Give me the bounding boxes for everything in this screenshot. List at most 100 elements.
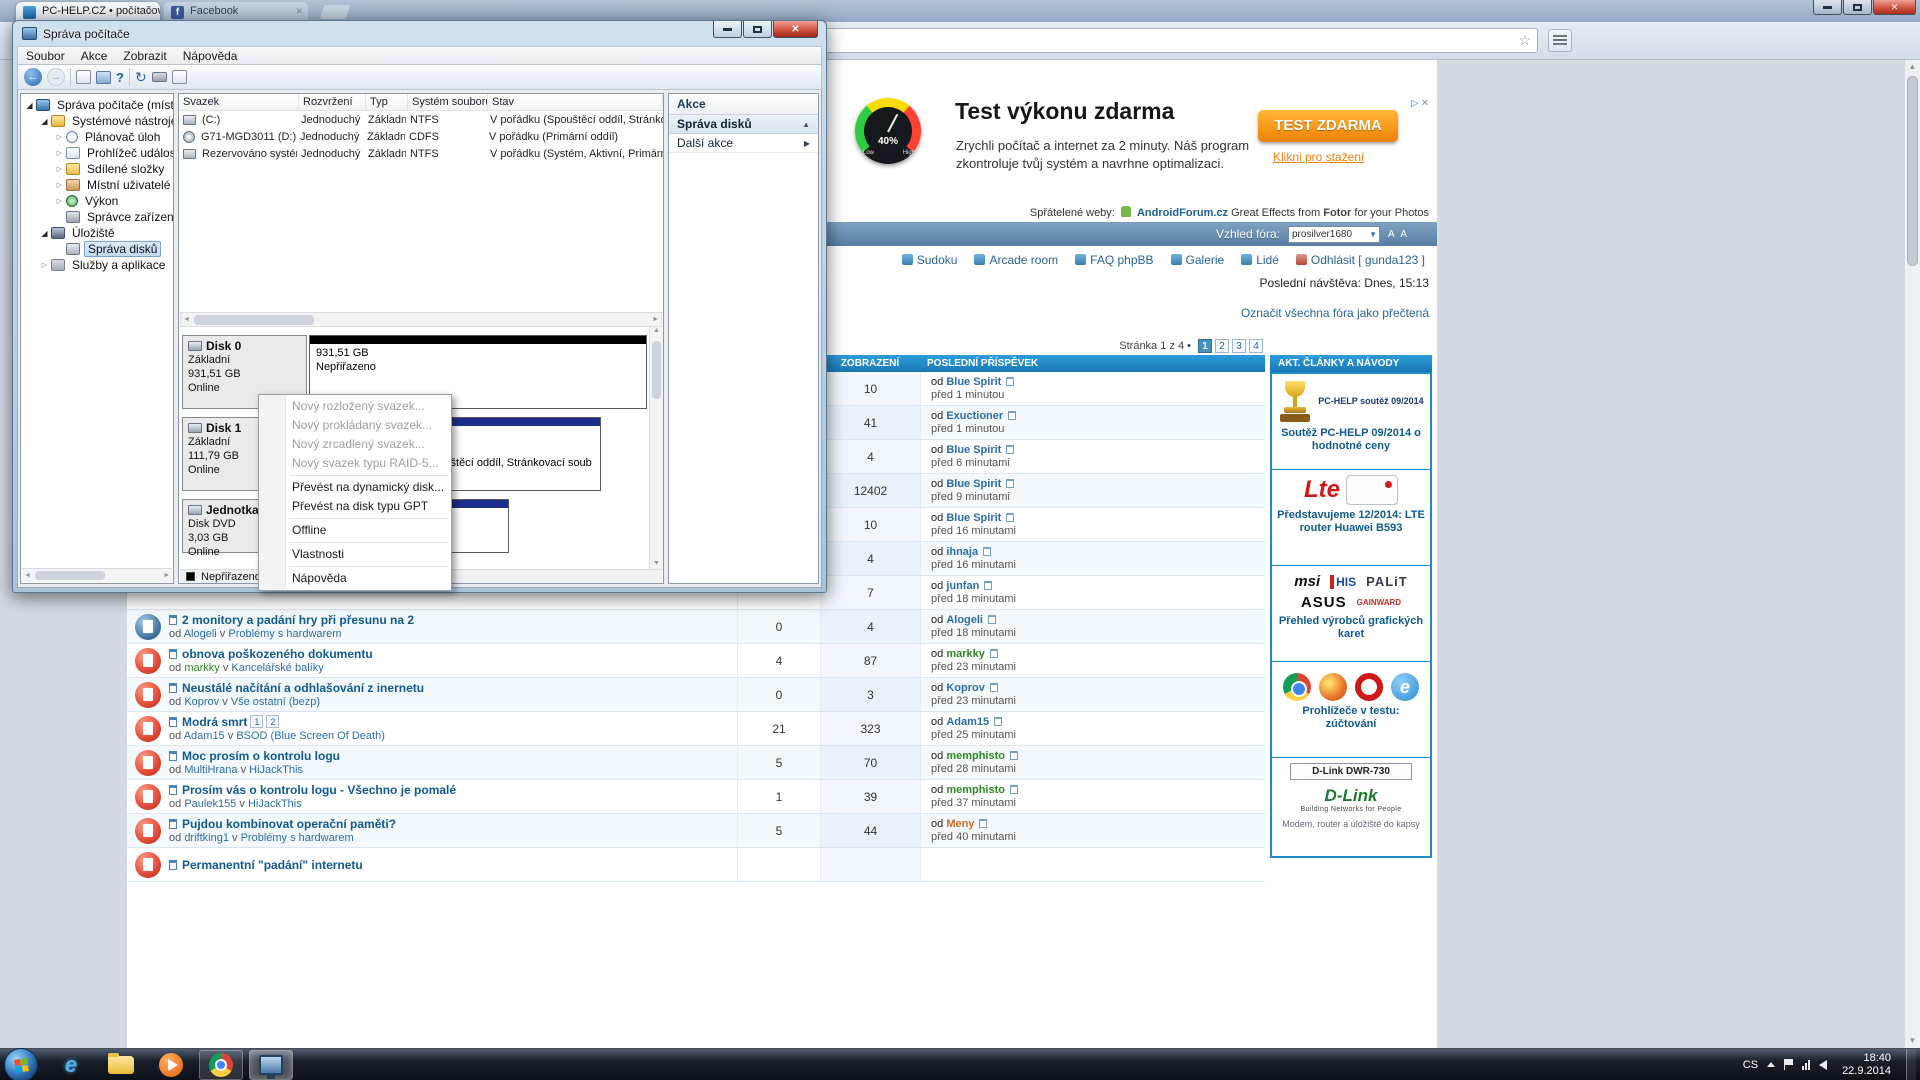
topic-title-link[interactable]: Modrá smrt bbox=[182, 715, 247, 729]
article-link[interactable]: Přehled výrobců grafických karet bbox=[1276, 615, 1426, 641]
volume-list-scrollbar[interactable]: ◄ ► bbox=[180, 312, 662, 327]
lastpost-user-link[interactable]: Blue Spirit bbox=[946, 512, 1001, 524]
scroll-up-icon[interactable]: ▲ bbox=[1905, 60, 1920, 74]
menu-item[interactable]: Zobrazit bbox=[115, 47, 174, 65]
menu-item[interactable]: Akce bbox=[73, 47, 116, 65]
volume-column-header[interactable]: Typ bbox=[366, 94, 408, 110]
page-number-button[interactable]: 4 bbox=[1249, 339, 1263, 353]
taskbar-computer-management-button[interactable] bbox=[249, 1050, 293, 1080]
lastpost-user-link[interactable]: Adam15 bbox=[946, 716, 989, 728]
context-menu-item[interactable]: Převést na disk typu GPT bbox=[261, 497, 449, 516]
menu-item[interactable]: Nápověda bbox=[175, 47, 246, 65]
lastpost-user-link[interactable]: markky bbox=[946, 648, 985, 660]
ad-test-button[interactable]: TEST ZDARMA bbox=[1258, 110, 1398, 142]
tree-item[interactable]: ▷ Prohlížeč událostí bbox=[21, 145, 173, 161]
tree-expander-icon[interactable]: ▷ bbox=[39, 261, 50, 269]
goto-lastpost-icon[interactable] bbox=[1006, 445, 1014, 454]
ad-download-link[interactable]: Klikni pro stažení bbox=[1273, 150, 1364, 164]
volume-row[interactable]: G71-MGD3011 (D:)JednoduchýZákladníCDFSV … bbox=[179, 128, 663, 145]
close-button[interactable]: ✕ bbox=[1873, 0, 1916, 15]
tree-expander-icon[interactable]: ▷ bbox=[54, 133, 65, 141]
context-menu-item[interactable]: Offline bbox=[261, 521, 449, 540]
context-menu-item[interactable]: Nápověda bbox=[261, 569, 449, 588]
topic-page-links[interactable]: 12 bbox=[247, 715, 279, 729]
rescan-disks-icon[interactable] bbox=[152, 72, 167, 82]
page-number-button[interactable]: 2 bbox=[1215, 339, 1229, 353]
taskbar-ie-button[interactable]: e bbox=[49, 1050, 93, 1080]
lastpost-user-link[interactable]: memphisto bbox=[946, 784, 1005, 796]
show-window-icon[interactable] bbox=[96, 71, 111, 84]
volume-column-header[interactable]: Systém souborů bbox=[408, 94, 488, 110]
context-menu-item[interactable]: Nový svazek typu RAID-5... bbox=[261, 454, 449, 473]
sidebar-article-dlink[interactable]: D-Link DWR-730 D-Link Building Networks … bbox=[1272, 758, 1430, 854]
lastpost-user-link[interactable]: Exuctioner bbox=[946, 410, 1003, 422]
topic-author-link[interactable]: Adam15 bbox=[184, 730, 225, 742]
sidebar-article-contest[interactable]: PC-HELP soutěž 09/2014 Soutěž PC-HELP 09… bbox=[1272, 374, 1430, 470]
topic-forum-link[interactable]: BSOD (Blue Screen Of Death) bbox=[236, 730, 385, 742]
forum-nav-link[interactable]: Galerie bbox=[1171, 253, 1225, 267]
scroll-down-icon[interactable]: ▼ bbox=[1905, 1034, 1920, 1048]
goto-lastpost-icon[interactable] bbox=[1008, 411, 1016, 420]
disk-view-scrollbar[interactable]: ▲ ▼ bbox=[649, 327, 663, 569]
taskbar-explorer-button[interactable] bbox=[99, 1050, 143, 1080]
article-link[interactable]: Modem, router a úložiště do kapsy bbox=[1276, 819, 1426, 829]
context-menu-item[interactable]: Nový zrcadlený svazek... bbox=[261, 435, 449, 454]
taskbar-chrome-button[interactable] bbox=[199, 1050, 243, 1080]
tree-expander-icon[interactable]: ▷ bbox=[54, 149, 65, 157]
forum-nav-link[interactable]: FAQ phpBB bbox=[1075, 253, 1153, 267]
window-titlebar[interactable]: Správa počítače ✕ bbox=[13, 21, 826, 46]
back-icon[interactable]: ← bbox=[24, 68, 42, 86]
context-menu-item[interactable]: Nový rozložený svazek... bbox=[261, 397, 449, 416]
lastpost-user-link[interactable]: Meny bbox=[946, 818, 974, 830]
tree-item[interactable]: ◢ Systémové nástroje bbox=[21, 113, 173, 129]
volume-row[interactable]: (C:)JednoduchýZákladníNTFSV pořádku (Spo… bbox=[179, 111, 663, 128]
restore-button[interactable] bbox=[1843, 0, 1872, 15]
goto-lastpost-icon[interactable] bbox=[1010, 785, 1018, 794]
tree-horizontal-scrollbar[interactable]: ◄ ► bbox=[22, 568, 172, 582]
minimize-button[interactable] bbox=[713, 21, 742, 38]
volume-icon[interactable] bbox=[1819, 1060, 1827, 1070]
tree-item[interactable]: ◢ Správa počítače (místní) bbox=[21, 97, 173, 113]
goto-lastpost-icon[interactable] bbox=[994, 717, 1002, 726]
refresh-icon[interactable]: ↻ bbox=[135, 69, 147, 86]
topic-title-link[interactable]: 2 monitory a padání hry při přesunu na 2 bbox=[182, 613, 414, 627]
context-menu-item[interactable]: Převést na dynamický disk... bbox=[261, 478, 449, 497]
help-icon[interactable]: ? bbox=[116, 70, 124, 85]
topic-forum-link[interactable]: HiJackThis bbox=[249, 764, 303, 776]
tree-expander-icon[interactable]: ◢ bbox=[24, 101, 35, 110]
topic-forum-link[interactable]: Vše ostatní (bezp) bbox=[231, 696, 320, 708]
tree-item[interactable]: ▷ Sdílené složky bbox=[21, 161, 173, 177]
minimize-button[interactable] bbox=[1813, 0, 1842, 15]
start-button[interactable] bbox=[4, 1048, 38, 1080]
goto-lastpost-icon[interactable] bbox=[990, 649, 998, 658]
lastpost-user-link[interactable]: memphisto bbox=[946, 750, 1005, 762]
tree-item[interactable]: ▷ Plánovač úloh bbox=[21, 129, 173, 145]
volume-column-header[interactable]: Svazek bbox=[179, 94, 299, 110]
browser-tab-facebook[interactable]: f Facebook ✕ bbox=[164, 2, 308, 22]
topic-forum-link[interactable]: Problémy s hardwarem bbox=[241, 832, 354, 844]
goto-lastpost-icon[interactable] bbox=[983, 547, 991, 556]
new-tab-button[interactable] bbox=[320, 5, 351, 19]
browser-tab-pchelp[interactable]: PC-HELP.CZ • počítačové ✕ bbox=[16, 2, 160, 22]
forum-nav-link[interactable]: Odhlásit [ gunda123 ] bbox=[1296, 253, 1425, 267]
tree-expander-icon[interactable]: ◢ bbox=[39, 229, 50, 238]
goto-lastpost-icon[interactable] bbox=[1010, 751, 1018, 760]
topic-title-link[interactable]: Pujdou kombinovat operační paměti? bbox=[182, 817, 396, 831]
topic-author-link[interactable]: MultiHrana bbox=[184, 764, 237, 776]
forum-nav-link[interactable]: Lidé bbox=[1241, 253, 1279, 267]
volume-column-header[interactable]: Stav bbox=[488, 94, 663, 110]
topic-author-link[interactable]: Paulek155 bbox=[184, 798, 236, 810]
forum-nav-link[interactable]: Sudoku bbox=[902, 253, 958, 267]
lastpost-user-link[interactable]: junfan bbox=[946, 580, 979, 592]
androidforum-link[interactable]: AndroidForum.cz bbox=[1137, 207, 1228, 219]
mark-read-link[interactable]: Označit všechna fóra jako přečtená bbox=[1241, 306, 1429, 320]
goto-lastpost-icon[interactable] bbox=[979, 819, 987, 828]
sidebar-article-gpu-brands[interactable]: msi HIS PALiT ASUS GAINWARD Přehled výro… bbox=[1272, 566, 1430, 662]
tree-expander-icon[interactable]: ▷ bbox=[54, 197, 65, 205]
topic-forum-link[interactable]: Problémy s hardwarem bbox=[228, 628, 341, 640]
lastpost-user-link[interactable]: Koprov bbox=[946, 682, 985, 694]
context-menu-item[interactable]: Vlastnosti bbox=[261, 545, 449, 564]
lastpost-user-link[interactable]: Blue Spirit bbox=[946, 478, 1001, 490]
network-icon[interactable] bbox=[1802, 1060, 1810, 1070]
article-link[interactable]: Soutěž PC-HELP 09/2014 o hodnotné ceny bbox=[1276, 427, 1426, 453]
